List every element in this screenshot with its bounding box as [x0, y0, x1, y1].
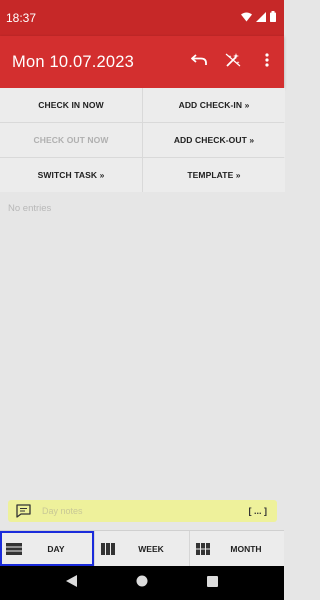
tab-week-label: WEEK — [138, 543, 164, 554]
check-out-now-button: CHECK OUT NOW — [0, 123, 142, 157]
home-icon — [136, 574, 148, 592]
undo-button[interactable] — [182, 42, 216, 82]
tab-week[interactable]: WEEK — [94, 531, 189, 566]
app-bar: Mon 10.07.2023 — [0, 36, 284, 88]
view-tabs: DAY WEEK MONTH — [0, 530, 284, 566]
magic-wand-button[interactable] — [216, 42, 250, 82]
tab-month-label: MONTH — [230, 543, 262, 554]
template-button[interactable]: TEMPLATE » — [143, 158, 285, 192]
check-in-now-button[interactable]: CHECK IN NOW — [0, 88, 142, 122]
comment-icon — [16, 503, 34, 519]
month-view-icon — [196, 542, 214, 556]
add-check-in-button[interactable]: ADD CHECK-IN » — [143, 88, 285, 122]
nav-home-button[interactable] — [132, 573, 152, 593]
day-notes-field[interactable]: Day notes [ ... ] — [8, 500, 277, 522]
day-notes-placeholder: Day notes — [42, 506, 83, 516]
day-view-icon — [6, 542, 24, 556]
recents-icon — [207, 574, 219, 592]
nav-back-button[interactable] — [61, 573, 81, 593]
magic-wand-icon — [225, 52, 241, 73]
battery-icon — [270, 11, 276, 25]
add-check-out-button[interactable]: ADD CHECK-OUT » — [143, 123, 285, 157]
switch-task-button[interactable]: SWITCH TASK » — [0, 158, 142, 192]
system-nav-bar — [0, 566, 284, 600]
status-time: 18:37 — [6, 11, 37, 25]
action-grid: CHECK IN NOW ADD CHECK-IN » CHECK OUT NO… — [0, 88, 285, 192]
tab-month[interactable]: MONTH — [189, 531, 284, 566]
empty-entries-text: No entries — [8, 203, 52, 214]
back-icon — [65, 574, 77, 592]
more-vert-icon — [265, 52, 269, 72]
week-view-icon — [101, 542, 119, 556]
wifi-icon — [241, 11, 252, 25]
more-options-button[interactable] — [250, 42, 284, 82]
notes-expand-button[interactable]: [ ... ] — [249, 506, 268, 516]
nav-recents-button[interactable] — [203, 573, 223, 593]
undo-icon — [191, 53, 207, 71]
signal-icon — [256, 11, 266, 25]
status-icons — [241, 11, 276, 25]
app-actions — [182, 42, 284, 82]
page-title: Mon 10.07.2023 — [12, 52, 135, 71]
tab-day-label: DAY — [47, 543, 65, 554]
status-bar: 18:37 — [0, 0, 284, 36]
tab-day[interactable]: DAY — [0, 531, 94, 566]
